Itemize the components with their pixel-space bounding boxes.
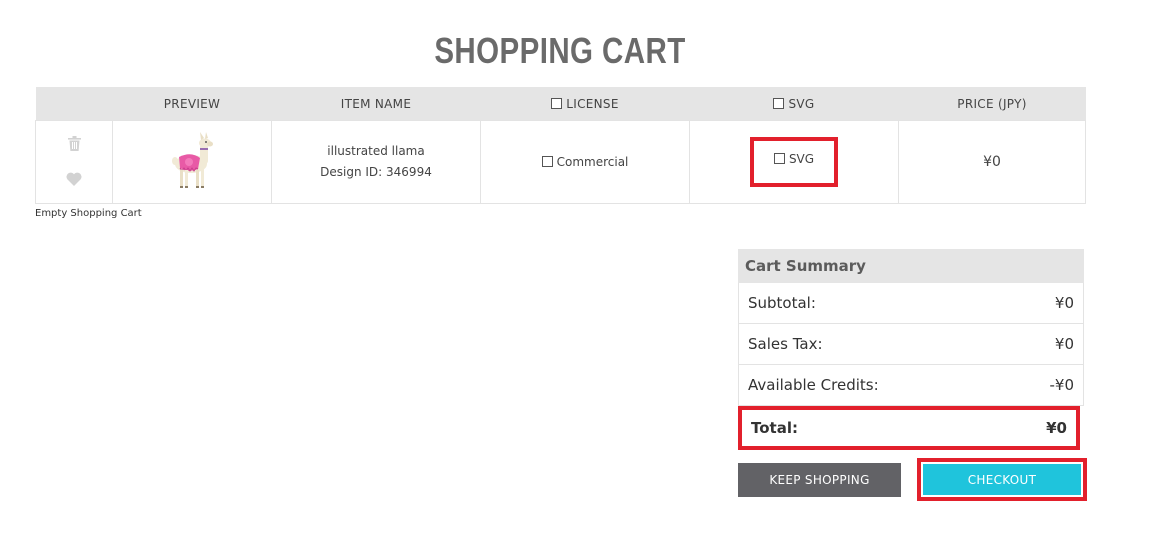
total-value: ¥0 (1046, 419, 1067, 437)
trash-icon[interactable] (67, 135, 81, 154)
cart-summary-title: Cart Summary (738, 249, 1084, 283)
commercial-license-label: Commercial (556, 155, 629, 169)
credits-value: -¥0 (1049, 376, 1075, 394)
header-actions (35, 87, 113, 121)
header-price: PRICE (JPY) (898, 87, 1086, 121)
checkout-button-highlight: CHECKOUT (917, 458, 1087, 501)
llama-illustration[interactable] (167, 131, 217, 194)
item-price: ¥0 (983, 154, 1001, 170)
table-header-row: PREVIEW ITEM NAME LICENSE SVG PRICE (JPY… (35, 87, 1086, 121)
license-all-checkbox[interactable] (551, 97, 563, 109)
svg-option-highlight: SVG (749, 137, 839, 187)
cart-summary: Cart Summary Subtotal: ¥0 Sales Tax: ¥0 … (738, 249, 1084, 450)
empty-cart-link[interactable]: Empty Shopping Cart (35, 208, 142, 219)
cart-table: PREVIEW ITEM NAME LICENSE SVG PRICE (JPY… (35, 87, 1086, 204)
subtotal-value: ¥0 (1054, 294, 1074, 312)
item-name[interactable]: illustrated llama (272, 141, 480, 162)
sales-tax-label: Sales Tax: (748, 335, 823, 353)
header-svg-label: SVG (788, 96, 815, 111)
keep-shopping-button[interactable]: KEEP SHOPPING (738, 463, 901, 497)
page-title: SHOPPING CART (434, 30, 686, 71)
header-item-name: ITEM NAME (271, 87, 481, 121)
svg-option-label: SVG (788, 152, 815, 166)
row-license: Commercial (480, 120, 690, 204)
row-preview (112, 120, 272, 204)
svg-option-checkbox[interactable] (773, 153, 785, 164)
row-price: ¥0 (898, 120, 1086, 204)
table-row: illustrated llama Design ID: 346994 Comm… (35, 120, 1086, 204)
subtotal-label: Subtotal: (748, 294, 816, 312)
row-svg: SVG (689, 120, 899, 204)
summary-row-credits: Available Credits: -¥0 (738, 365, 1084, 406)
commercial-license-checkbox[interactable] (541, 156, 553, 167)
heart-icon[interactable] (66, 172, 82, 189)
header-svg: SVG (689, 87, 899, 121)
summary-row-subtotal: Subtotal: ¥0 (738, 283, 1084, 324)
row-item-name: illustrated llama Design ID: 346994 (271, 120, 481, 204)
sales-tax-value: ¥0 (1054, 335, 1074, 353)
row-actions (35, 120, 113, 204)
credits-label: Available Credits: (748, 376, 879, 394)
total-label: Total: (751, 419, 798, 437)
design-id: Design ID: 346994 (320, 165, 432, 179)
summary-row-sales-tax: Sales Tax: ¥0 (738, 324, 1084, 365)
header-license-label: LICENSE (566, 96, 619, 111)
checkout-button[interactable]: CHECKOUT (923, 464, 1081, 495)
svg-all-checkbox[interactable] (773, 97, 785, 109)
header-license: LICENSE (480, 87, 690, 121)
summary-row-total: Total: ¥0 (738, 406, 1080, 450)
header-preview: PREVIEW (112, 87, 272, 121)
